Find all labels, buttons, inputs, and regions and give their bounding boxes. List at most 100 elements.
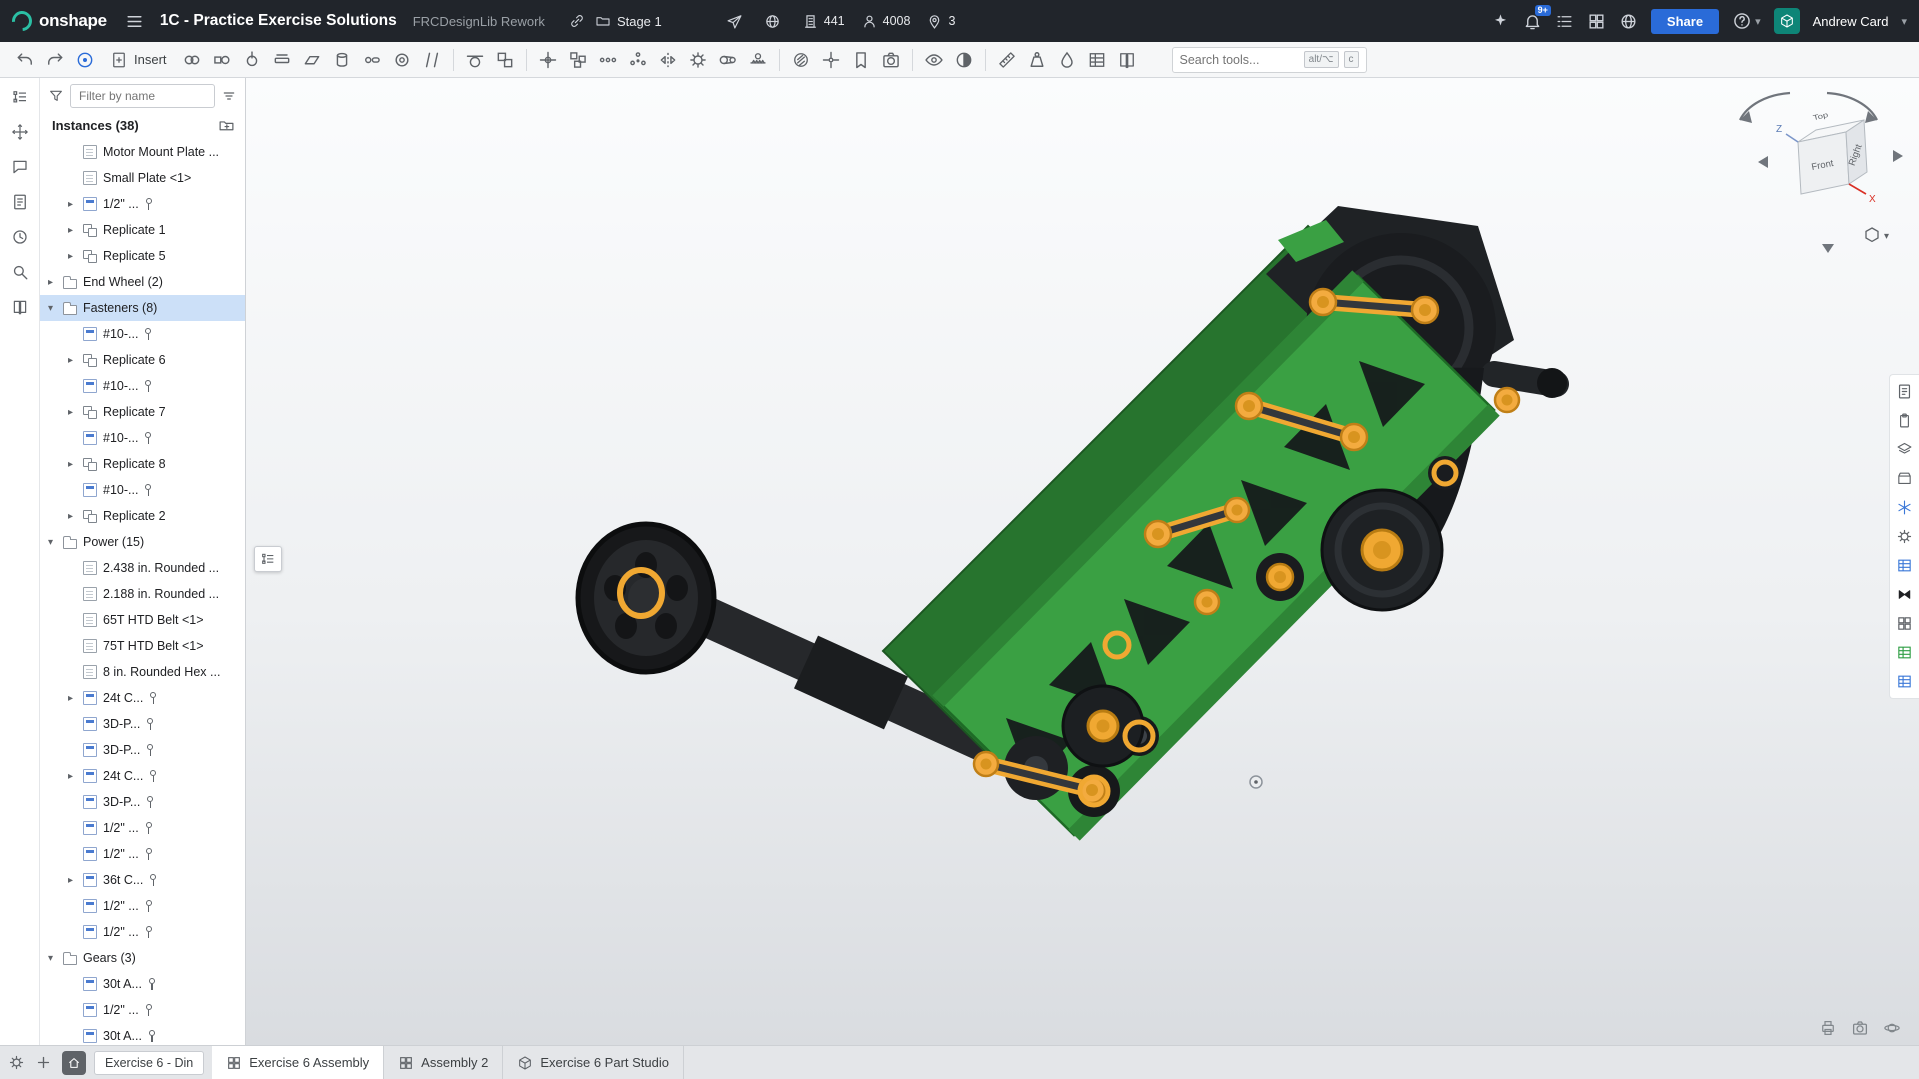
belt-relation-icon[interactable] xyxy=(713,46,743,74)
community-globe-icon[interactable] xyxy=(1619,12,1638,31)
versions-icon[interactable] xyxy=(1112,46,1142,74)
mate-connector-icon[interactable] xyxy=(533,46,563,74)
tree-row[interactable]: 1/2" ... xyxy=(40,191,245,217)
expand-arrow-icon[interactable] xyxy=(48,303,63,314)
notifications-bell-icon[interactable]: 9+ xyxy=(1523,12,1542,31)
assembly-structure-icon[interactable] xyxy=(11,88,29,106)
link-icon[interactable] xyxy=(569,13,585,29)
expand-arrow-icon[interactable] xyxy=(48,277,63,288)
tree-row[interactable]: Replicate 7 xyxy=(40,399,245,425)
tree-row[interactable]: 8 in. Rounded Hex ... xyxy=(40,659,245,685)
slider-mate-icon[interactable] xyxy=(267,46,297,74)
expand-arrow-icon[interactable] xyxy=(48,537,63,548)
tree-row[interactable]: #10-... xyxy=(40,321,245,347)
orbit-mode-icon[interactable] xyxy=(1883,1019,1901,1037)
building-count[interactable]: 441 xyxy=(802,13,845,30)
tree-row[interactable]: 1/2" ... xyxy=(40,919,245,945)
history-icon[interactable] xyxy=(11,228,29,246)
share-button[interactable]: Share xyxy=(1651,9,1719,34)
tree-row[interactable]: 3D-P... xyxy=(40,789,245,815)
spotlight-search-icon[interactable] xyxy=(11,263,29,281)
box-panel-icon[interactable] xyxy=(1896,470,1913,487)
view-cube[interactable]: Top Front Right X Z ▾ xyxy=(1706,80,1911,265)
expand-arrow-icon[interactable] xyxy=(68,771,83,782)
insert-button[interactable]: Insert xyxy=(100,46,177,74)
parallel-mate-icon[interactable] xyxy=(417,46,447,74)
pattern-app-icon[interactable] xyxy=(1896,615,1913,632)
tree-row[interactable]: 2.188 in. Rounded ... xyxy=(40,581,245,607)
named-positions-icon[interactable] xyxy=(846,46,876,74)
expand-arrow-icon[interactable] xyxy=(68,225,83,236)
mirror-icon[interactable] xyxy=(653,46,683,74)
expand-arrow-icon[interactable] xyxy=(68,511,83,522)
appearance-icon[interactable] xyxy=(1052,46,1082,74)
apps-grid-icon[interactable] xyxy=(1587,12,1606,31)
pin-slot-mate-icon[interactable] xyxy=(357,46,387,74)
document-tab[interactable]: Assembly 2 xyxy=(384,1046,503,1079)
document-tab[interactable]: Exercise 6 Assembly xyxy=(212,1046,384,1079)
expand-arrow-icon[interactable] xyxy=(68,459,83,470)
rotate-left-icon[interactable] xyxy=(1758,156,1768,168)
tree-row[interactable]: 24t C... xyxy=(40,685,245,711)
tree-row[interactable]: Motor Mount Plate ... xyxy=(40,139,245,165)
ai-assistant-icon[interactable] xyxy=(1491,12,1510,31)
fastened-mate-icon[interactable] xyxy=(207,46,237,74)
linear-pattern-icon[interactable] xyxy=(593,46,623,74)
tree-row[interactable]: 1/2" ... xyxy=(40,893,245,919)
globe-icon[interactable] xyxy=(764,13,786,30)
tree-row[interactable]: 3D-P... xyxy=(40,711,245,737)
tree-row[interactable]: 36t C... xyxy=(40,867,245,893)
tree-row[interactable]: Power (15) xyxy=(40,529,245,555)
tree-row[interactable]: 3D-P... xyxy=(40,737,245,763)
layers-panel-icon[interactable] xyxy=(1896,441,1913,458)
tree-row[interactable]: 2.438 in. Rounded ... xyxy=(40,555,245,581)
tree-row[interactable]: Replicate 5 xyxy=(40,243,245,269)
measure-icon[interactable] xyxy=(992,46,1022,74)
section-view-icon[interactable] xyxy=(949,46,979,74)
user-menu-chevron-icon[interactable]: ▾ xyxy=(1901,15,1907,28)
move-transform-icon[interactable] xyxy=(11,123,29,141)
tree-row[interactable]: 1/2" ... xyxy=(40,997,245,1023)
filter-input[interactable] xyxy=(70,84,215,108)
render-app-icon[interactable] xyxy=(1896,586,1913,603)
tab-settings-gear-icon[interactable] xyxy=(8,1054,25,1071)
onshape-logo[interactable]: onshape xyxy=(12,11,107,31)
release-notes-icon[interactable] xyxy=(11,193,29,211)
bom-icon[interactable] xyxy=(1082,46,1112,74)
comments-icon[interactable] xyxy=(11,158,29,176)
add-tab-button[interactable] xyxy=(35,1054,52,1071)
tree-filters-flyout-button[interactable] xyxy=(254,546,282,572)
tree-row[interactable]: #10-... xyxy=(40,373,245,399)
graphics-viewport[interactable]: Top Front Right X Z ▾ xyxy=(246,78,1919,1045)
toolbar-divider[interactable] xyxy=(453,49,454,71)
tree-row[interactable]: 30t A... xyxy=(40,1023,245,1045)
tree-row[interactable]: 24t C... xyxy=(40,763,245,789)
undo-button[interactable] xyxy=(10,46,40,74)
snapshot-icon[interactable] xyxy=(876,46,906,74)
breadcrumb[interactable]: Stage 1 xyxy=(595,13,662,29)
tasks-list-icon[interactable] xyxy=(1555,12,1574,31)
view-menu-button[interactable]: ▾ xyxy=(1866,228,1889,242)
explode-view-icon[interactable] xyxy=(816,46,846,74)
toolbar-divider[interactable] xyxy=(912,49,913,71)
document-name-pill[interactable]: Exercise 6 - Din xyxy=(94,1051,204,1075)
tree-row[interactable]: Replicate 6 xyxy=(40,347,245,373)
tree-row[interactable]: 75T HTD Belt <1> xyxy=(40,633,245,659)
toolbar-divider[interactable] xyxy=(985,49,986,71)
tree-row[interactable]: 30t A... xyxy=(40,971,245,997)
rotate-down-icon[interactable] xyxy=(1822,244,1834,253)
planar-mate-icon[interactable] xyxy=(297,46,327,74)
tools-panel-icon[interactable] xyxy=(1896,528,1913,545)
tree-row[interactable]: End Wheel (2) xyxy=(40,269,245,295)
list-options-icon[interactable] xyxy=(221,88,237,104)
tree-row[interactable]: 1/2" ... xyxy=(40,815,245,841)
tree-row[interactable]: 1/2" ... xyxy=(40,841,245,867)
assembly-3d-model[interactable] xyxy=(246,78,1919,1045)
edit-in-context-icon[interactable] xyxy=(70,46,100,74)
main-menu-icon[interactable] xyxy=(125,12,144,31)
toolbar-divider[interactable] xyxy=(779,49,780,71)
home-button[interactable] xyxy=(62,1051,86,1075)
expand-arrow-icon[interactable] xyxy=(68,355,83,366)
replicate-icon[interactable] xyxy=(563,46,593,74)
rotate-right-icon[interactable] xyxy=(1893,150,1903,162)
